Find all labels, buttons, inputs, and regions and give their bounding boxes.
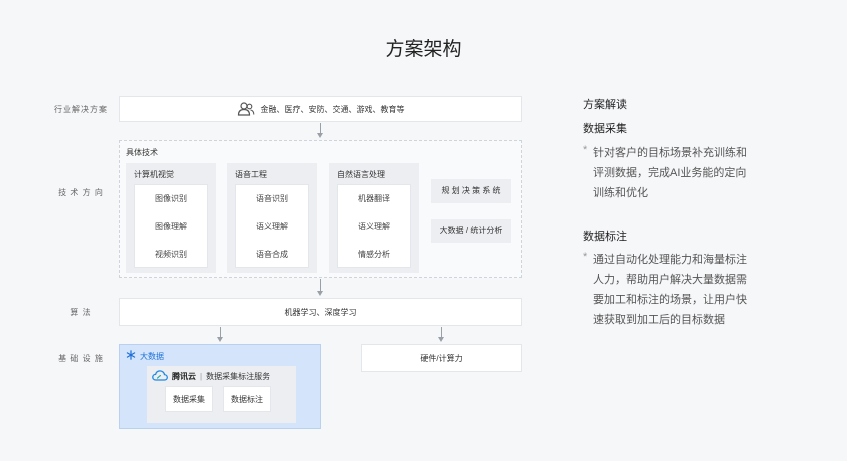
hardware-compute-box: 硬件/计算力: [361, 344, 522, 372]
bullet-line: * 针对客户的目标场景补充训练和: [583, 143, 783, 163]
bullet-line: * 通过自动化处理能力和海量标注: [583, 250, 783, 270]
bullet-marker: *: [583, 144, 588, 156]
data-collection-box: 数据采集: [165, 386, 213, 412]
row-label-industry: 行业解决方案: [54, 105, 108, 114]
tencent-cloud-icon: [152, 370, 168, 383]
tech-item: 机器翻译: [358, 194, 390, 203]
service-header: 腾讯云 | 数据采集标注服务: [152, 370, 270, 383]
algorithm-box: 机器学习、深度学习: [119, 298, 522, 326]
tech-item: 视频识别: [155, 250, 187, 259]
page-title: 方案架构: [385, 39, 462, 60]
tech-item: 语义理解: [256, 222, 288, 231]
snowflake-icon: [126, 350, 136, 362]
tech-item: 情感分析: [358, 250, 390, 259]
tech-item: 语音合成: [256, 250, 288, 259]
bullet-line: 评测数据，完成AI业务能的定向: [593, 167, 747, 179]
data-annotation-box: 数据标注: [223, 386, 271, 412]
section-body-annotation: * 通过自动化处理能力和海量标注 人力，帮助用户解决大量数据需 要加工和标注的场…: [583, 250, 783, 330]
tech-group-nlp: 自然语言处理 机器翻译 语义理解 情感分析: [329, 163, 419, 273]
bullet-line: 训练和优化: [593, 187, 648, 199]
service-name: 数据采集标注服务: [206, 372, 271, 381]
arrow-algorithm-to-hardware: [438, 327, 444, 342]
tech-group-title: 自然语言处理: [337, 170, 385, 179]
bullet-marker: *: [583, 251, 588, 263]
interpretation-heading: 方案解读: [583, 99, 627, 111]
tech-item: 图像识别: [155, 194, 187, 203]
section-title-annotation: 数据标注: [583, 231, 627, 243]
arrow-tech-to-algorithm: [317, 279, 323, 296]
industry-list: 金融、医疗、安防、交通、游戏、教育等: [260, 104, 405, 114]
bullet-line: 速获取到加工后的目标数据: [593, 314, 725, 326]
tech-panel-title: 具体技术: [126, 148, 158, 157]
bullet-line: 人力，帮助用户解决大量数据需: [593, 274, 747, 286]
planning-decision-box: 规 划 决 策 系 统: [431, 179, 511, 203]
tech-group-cv: 计算机视觉 图像识别 图像理解 视频识别: [126, 163, 216, 273]
people-icon: [237, 102, 255, 116]
tech-group-title: 语音工程: [235, 170, 267, 179]
bullet-line: 要加工和标注的场景，让用户快: [593, 294, 747, 306]
tech-group-list: 图像识别 图像理解 视频识别: [134, 184, 208, 268]
brand-name: 腾讯云: [172, 372, 196, 381]
bigdata-label-text: 大数据: [140, 351, 164, 361]
arrow-algorithm-to-bigdata: [217, 327, 223, 342]
tech-group-list: 机器翻译 语义理解 情感分析: [337, 184, 411, 268]
section-title-collection: 数据采集: [583, 123, 627, 135]
tech-item: 语义理解: [358, 222, 390, 231]
tech-group-title: 计算机视觉: [134, 170, 174, 179]
bigdata-panel: 大数据 腾讯云 | 数据采集标注服务 数据采集 数据标注: [119, 344, 321, 429]
tech-item: 图像理解: [155, 222, 187, 231]
row-label-infrastructure: 基 础 设 施: [58, 354, 104, 363]
industry-solutions-box: 金融、医疗、安防、交通、游戏、教育等: [119, 96, 522, 122]
tech-item: 语音识别: [256, 194, 288, 203]
bigdata-statistics-box: 大数据 / 统计分析: [431, 219, 511, 243]
arrow-industry-to-tech: [317, 123, 323, 138]
row-label-tech: 技 术 方 向: [58, 188, 104, 197]
tech-group-list: 语音识别 语义理解 语音合成: [235, 184, 309, 268]
tech-group-speech: 语音工程 语音识别 语义理解 语音合成: [227, 163, 317, 273]
bigdata-label: 大数据: [126, 350, 164, 362]
annotation-service-panel: 腾讯云 | 数据采集标注服务 数据采集 数据标注: [147, 366, 296, 423]
row-label-algorithm: 算 法: [70, 308, 92, 317]
section-body-collection: * 针对客户的目标场景补充训练和 评测数据，完成AI业务能的定向 训练和优化: [583, 143, 783, 203]
header-divider: |: [200, 372, 203, 381]
tech-directions-panel: 具体技术 计算机视觉 图像识别 图像理解 视频识别 语音工程 语音识别 语义理解…: [119, 140, 522, 278]
